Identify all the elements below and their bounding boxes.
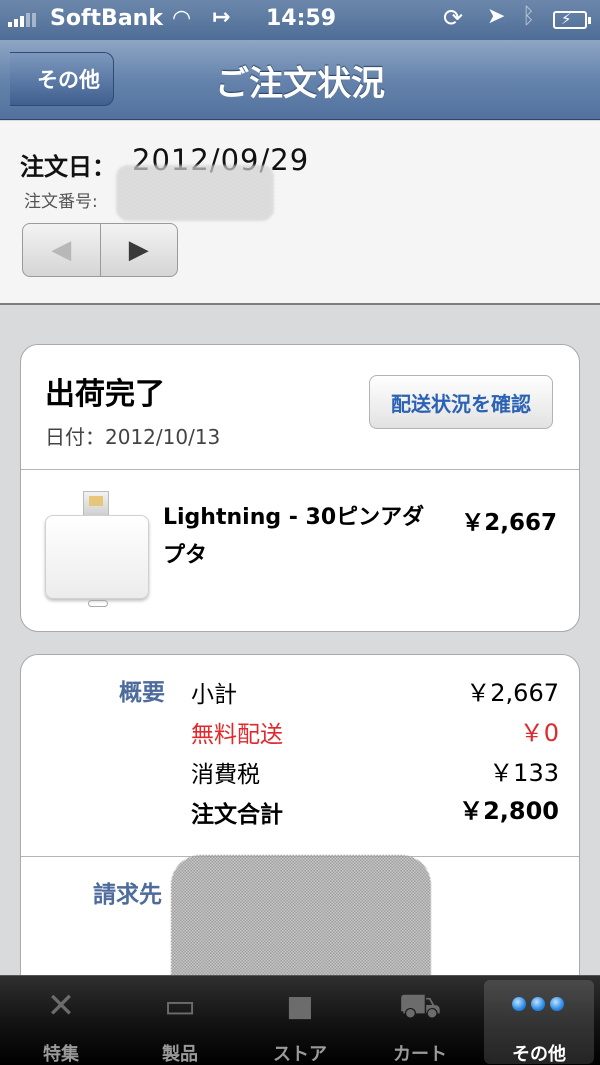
summary-section-label: 概要	[119, 680, 165, 706]
carrier-name: SoftBank	[50, 6, 163, 31]
adapter-body	[45, 515, 149, 607]
product-price: ￥2,667	[461, 510, 557, 536]
next-order-button[interactable]: ▶	[101, 224, 178, 276]
left-arrow-icon: ◀	[51, 235, 72, 265]
data-arrow-icon: ↦	[212, 5, 231, 30]
subtotal-label: 小計	[191, 682, 237, 708]
summary-card: 概要 小計 ￥2,667 無料配送 ￥0 消費税 ￥133 注文合計 ￥2,80…	[20, 654, 580, 994]
product-image[interactable]	[45, 491, 151, 607]
tab-label: カート	[393, 1044, 447, 1065]
free-shipping-label: 無料配送	[191, 722, 283, 748]
more-dots-icon	[512, 996, 569, 1015]
subtotal-value: ￥2,667	[466, 679, 559, 707]
store-bag-icon: ◼	[285, 986, 315, 1026]
cart-icon: ⛟	[398, 986, 442, 1026]
free-shipping-value: ￥0	[519, 719, 559, 747]
tab-label: 特集	[43, 1044, 79, 1065]
shipment-date: 日付：2012/10/13	[45, 425, 221, 449]
order-total-label: 注文合計	[191, 802, 283, 828]
tab-more[interactable]: その他	[484, 980, 594, 1065]
shipment-status: 出荷完了	[45, 377, 165, 412]
tax-label: 消費税	[191, 762, 260, 788]
navigation-bar: その他 ご注文状況	[0, 40, 600, 120]
order-header: 注文日： 2012/09/29 注文番号: ◀ ▶	[0, 121, 600, 305]
right-arrow-icon: ▶	[128, 235, 149, 265]
tax-value: ￥133	[489, 759, 559, 787]
location-arrow-icon: ➤	[487, 4, 506, 29]
clock-time: 14:59	[266, 6, 337, 31]
tab-store[interactable]: ◼ ストア	[245, 980, 355, 1065]
tab-cart[interactable]: ⛟ カート	[365, 980, 475, 1065]
order-number-label: 注文番号:	[24, 192, 98, 212]
redacted-billing-address	[171, 855, 431, 993]
battery-charging-icon: ⚡	[553, 10, 591, 29]
tab-products[interactable]: ▭ 製品	[125, 980, 235, 1065]
order-date-label: 注文日：	[20, 153, 116, 181]
featured-icon: ✕	[46, 986, 76, 1026]
dock-connector-slot	[88, 600, 108, 607]
wifi-icon: ◠	[172, 6, 192, 31]
product-name[interactable]: Lightning - 30ピンアダプタ	[163, 499, 427, 575]
rotation-lock-icon: ⟳	[443, 4, 464, 32]
order-pager: ◀ ▶	[22, 223, 178, 277]
tab-label: ストア	[273, 1044, 327, 1065]
tab-label: その他	[512, 1044, 566, 1065]
status-bar: SoftBank ◠ ↦ 14:59 ⟳ ➤ ᛒ ⚡	[0, 0, 600, 40]
order-total-value: ￥2,800	[459, 797, 559, 825]
previous-order-button[interactable]: ◀	[23, 224, 101, 276]
tab-bar: ✕ 特集 ▭ 製品 ◼ ストア ⛟ カート その他	[0, 975, 600, 1065]
redacted-order-number	[116, 165, 274, 221]
tab-featured[interactable]: ✕ 特集	[6, 980, 116, 1065]
shipment-card: 出荷完了 日付：2012/10/13 配送状況を確認 Lightning - 3…	[20, 344, 580, 632]
bluetooth-icon: ᛒ	[522, 4, 536, 29]
products-icon: ▭	[163, 986, 197, 1026]
billing-section-label: 請求先	[93, 882, 162, 908]
page-title: ご注文状況	[215, 64, 385, 104]
track-shipment-button[interactable]: 配送状況を確認	[369, 375, 553, 429]
card-divider	[21, 469, 579, 470]
tab-label: 製品	[162, 1044, 198, 1065]
lightning-plug-icon	[83, 491, 109, 517]
